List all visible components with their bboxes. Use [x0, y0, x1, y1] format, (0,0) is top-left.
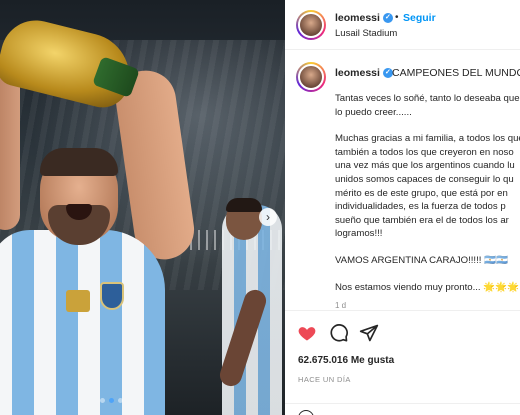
separator-dot: • — [395, 12, 399, 23]
caption-line: Nos estamos viendo muy pronto... 🌟🌟🌟 — [335, 281, 520, 293]
afa-crest — [100, 282, 124, 310]
caption-timestamp: 1 d — [335, 301, 347, 310]
post-photo[interactable]: › — [0, 0, 285, 415]
argentina-shirt — [0, 230, 165, 415]
username-link[interactable]: leomessi ✓ — [335, 12, 393, 24]
heart-icon[interactable] — [297, 323, 317, 343]
caption-username-text[interactable]: leomessi — [335, 67, 380, 79]
caption-line: también a todos los que creyeron en noso — [335, 146, 514, 158]
share-icon[interactable] — [359, 323, 379, 343]
caption-body: Tantas veces lo soñé, tanto lo deseaba q… — [335, 92, 520, 307]
teammate-hair — [226, 198, 262, 212]
emoji-icon[interactable] — [298, 410, 314, 415]
verified-badge-icon: ✓ — [382, 13, 393, 24]
carousel-dot — [100, 398, 105, 403]
caption-line: sueño que también era el de todos los ar — [335, 214, 509, 226]
shirt-badge — [66, 290, 90, 312]
location-link[interactable]: Lusail Stadium — [335, 28, 397, 39]
player-hair — [40, 148, 118, 176]
caption-line: mérito es de este grupo, que está por en — [335, 187, 508, 199]
post-time-ago: HACE UN DÍA — [298, 375, 351, 384]
caption-avatar[interactable] — [296, 62, 326, 92]
avatar[interactable] — [296, 10, 326, 40]
caption-line: lo puedo creer...... — [335, 106, 412, 118]
carousel-dot-active — [109, 398, 114, 403]
likes-count[interactable]: 62.675.016 Me gusta — [298, 355, 394, 366]
comment-icon[interactable] — [329, 323, 349, 343]
caption-line: unidos somos capaces de conseguir lo qu — [335, 173, 514, 185]
caption-line: Tantas veces lo soñé, tanto lo deseaba q… — [335, 93, 520, 104]
caption-headline: CAMPEONES DEL MUNDO!!! — [392, 67, 520, 79]
caption-line: VAMOS ARGENTINA CARAJO!!!!! 🇦🇷🇦🇷 — [335, 254, 508, 266]
carousel-dot — [118, 398, 123, 403]
follow-button[interactable]: Seguir — [403, 12, 436, 24]
caption-line: individualidades, es la fuerza de todos … — [335, 201, 506, 213]
caption-line: Muchas gracias a mi familia, a todos los… — [335, 133, 520, 145]
caption-line: logramos!!! — [335, 228, 383, 240]
post-header: leomessi ✓ • Seguir Lusail Stadium — [285, 0, 520, 50]
caption-paragraph: Muchas gracias a mi familia, a todos los… — [335, 132, 520, 241]
left-arm — [0, 70, 20, 230]
username-text[interactable]: leomessi — [335, 12, 380, 24]
chevron-right-icon[interactable]: › — [259, 208, 277, 226]
caption-paragraph: Nos estamos viendo muy pronto... 🌟🌟🌟 — [335, 281, 520, 295]
caption-paragraph: VAMOS ARGENTINA CARAJO!!!!! 🇦🇷🇦🇷 — [335, 254, 520, 268]
post-side-panel: leomessi ✓ • Seguir Lusail Stadium leomes… — [285, 0, 520, 415]
caption-paragraph: Tantas veces lo soñé, tanto lo deseaba q… — [335, 92, 520, 119]
caption-line: una vez más que los argentinos cuando lu — [335, 160, 515, 172]
action-bar: 62.675.016 Me gusta HACE UN DÍA — [285, 310, 520, 415]
caption-username[interactable]: leomessi ✓ — [335, 67, 393, 79]
comment-bar — [285, 403, 520, 415]
carousel-dots — [100, 398, 123, 403]
